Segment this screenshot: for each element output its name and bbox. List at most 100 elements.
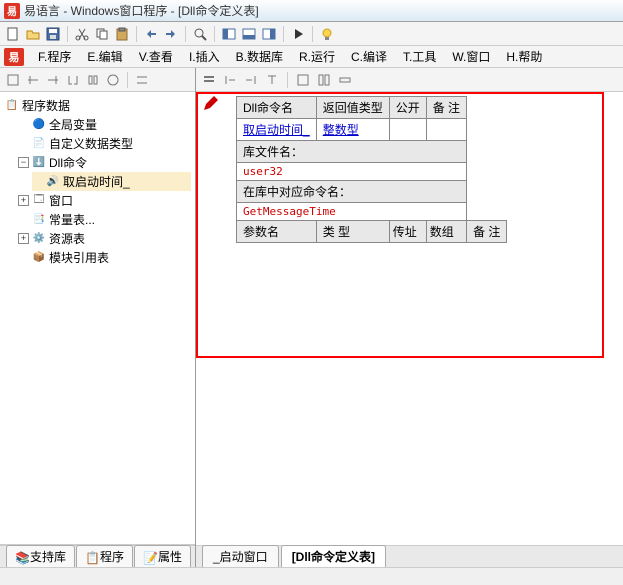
dll-definition-table[interactable]: Dll命令名 返回值类型 公开 备 注 取启动时间_ 整数型 库文件名： use…	[236, 96, 507, 243]
tab-start-window[interactable]: _启动窗口	[202, 545, 279, 567]
tree-label: 取启动时间_	[63, 173, 130, 190]
var-icon: 🔵	[31, 118, 47, 132]
toolbar-separator	[185, 26, 186, 42]
save-button[interactable]	[44, 25, 62, 43]
new-file-button[interactable]	[4, 25, 22, 43]
expand-icon[interactable]: +	[18, 195, 29, 206]
lt-btn-3[interactable]	[44, 71, 62, 89]
right-pane: Dll命令名 返回值类型 公开 备 注 取启动时间_ 整数型 库文件名： use…	[196, 68, 623, 567]
cell-lib-cmd[interactable]: GetMessageTime	[237, 203, 467, 221]
find-button[interactable]	[191, 25, 209, 43]
collapse-icon[interactable]: −	[18, 157, 29, 168]
prop-icon: 📝	[143, 551, 155, 563]
tab-support-lib[interactable]: 📚支持库	[6, 545, 75, 567]
tree-label: 常量表...	[49, 211, 95, 228]
tree-dll-item[interactable]: 🔊 取启动时间_	[32, 172, 191, 191]
resource-icon: ⚙️	[31, 232, 47, 246]
left-bottom-tabs: 📚支持库 📋程序 📝属性	[0, 545, 195, 567]
book-icon: 📚	[15, 551, 27, 563]
app-icon: 易	[4, 3, 20, 19]
tree-custom-type[interactable]: 📄 自定义数据类型	[18, 134, 191, 153]
toolbar-separator	[127, 72, 128, 88]
undo-button[interactable]	[142, 25, 160, 43]
menu-edit[interactable]: E.编辑	[79, 46, 130, 67]
folder-icon: 📋	[4, 99, 20, 113]
cell-public[interactable]	[389, 119, 426, 141]
tree-label: 窗口	[49, 192, 73, 209]
window-icon: 🗔	[31, 194, 47, 208]
rt-btn-2[interactable]	[221, 71, 239, 89]
type-icon: 📄	[31, 137, 47, 151]
tree-label: 资源表	[49, 230, 85, 247]
open-file-button[interactable]	[24, 25, 42, 43]
menubar: 易 F.程序 E.编辑 V.查看 I.插入 B.数据库 R.运行 C.编译 T.…	[0, 46, 623, 68]
lt-btn-4[interactable]	[64, 71, 82, 89]
menu-window[interactable]: W.窗口	[444, 46, 498, 67]
project-tree[interactable]: 📋 程序数据 🔵 全局变量 📄 自定义数据类型 − ⬇️ Dll命令	[0, 92, 195, 545]
bulb-button[interactable]	[318, 25, 336, 43]
tree-global-var[interactable]: 🔵 全局变量	[18, 115, 191, 134]
left-pane: 📋 程序数据 🔵 全局变量 📄 自定义数据类型 − ⬇️ Dll命令	[0, 68, 196, 567]
menu-database[interactable]: B.数据库	[228, 46, 291, 67]
th-array: 数组	[426, 221, 466, 243]
panel1-button[interactable]	[220, 25, 238, 43]
rt-btn-6[interactable]	[315, 71, 333, 89]
cut-button[interactable]	[73, 25, 91, 43]
cell-lib-file[interactable]: user32	[237, 163, 467, 181]
cell-cmd-name[interactable]: 取启动时间_	[237, 119, 317, 141]
th-lib-file: 库文件名：	[237, 141, 467, 163]
tree-dll-cmd[interactable]: − ⬇️ Dll命令	[18, 153, 191, 172]
rt-btn-4[interactable]	[263, 71, 281, 89]
rt-btn-1[interactable]	[200, 71, 218, 89]
panel2-button[interactable]	[240, 25, 258, 43]
main-toolbar	[0, 22, 623, 46]
tree-resource[interactable]: + ⚙️ 资源表	[18, 229, 191, 248]
toolbar-separator	[136, 26, 137, 42]
tab-program[interactable]: 📋程序	[76, 545, 133, 567]
lt-btn-6[interactable]	[104, 71, 122, 89]
th-lib-cmd: 在库中对应命令名：	[237, 181, 467, 203]
panel3-button[interactable]	[260, 25, 278, 43]
menu-help[interactable]: H.帮助	[498, 46, 550, 67]
main-area: 📋 程序数据 🔵 全局变量 📄 自定义数据类型 − ⬇️ Dll命令	[0, 68, 623, 567]
tree-label: 程序数据	[22, 97, 70, 114]
window-titlebar: 易 易语言 - Windows窗口程序 - [Dll命令定义表]	[0, 0, 623, 22]
toolbar-separator	[283, 26, 284, 42]
lt-btn-5[interactable]	[84, 71, 102, 89]
paste-button[interactable]	[113, 25, 131, 43]
tree-label: Dll命令	[49, 154, 87, 171]
menu-run[interactable]: R.运行	[291, 46, 343, 67]
tab-dll-def[interactable]: [Dll命令定义表]	[281, 545, 386, 567]
rt-btn-5[interactable]	[294, 71, 312, 89]
lt-btn-2[interactable]	[24, 71, 42, 89]
tree-window[interactable]: + 🗔 窗口	[18, 191, 191, 210]
tab-properties[interactable]: 📝属性	[134, 545, 191, 567]
tree-const[interactable]: 📑 常量表...	[18, 210, 191, 229]
tree-label: 自定义数据类型	[49, 135, 133, 152]
menu-tools[interactable]: T.工具	[395, 46, 444, 67]
module-icon: 📦	[31, 251, 47, 265]
menu-compile[interactable]: C.编译	[343, 46, 395, 67]
tree-module-ref[interactable]: 📦 模块引用表	[18, 248, 191, 267]
cell-remark[interactable]	[426, 119, 466, 141]
menu-view[interactable]: V.查看	[131, 46, 181, 67]
copy-button[interactable]	[93, 25, 111, 43]
th-remark: 备 注	[426, 97, 466, 119]
toolbar-separator	[67, 26, 68, 42]
cell-return-type[interactable]: 整数型	[316, 119, 389, 141]
menu-insert[interactable]: I.插入	[181, 46, 228, 67]
th-remark2: 备 注	[467, 221, 507, 243]
menu-program[interactable]: F.程序	[30, 46, 79, 67]
lt-btn-7[interactable]	[133, 71, 151, 89]
toolbar-separator	[214, 26, 215, 42]
run-button[interactable]	[289, 25, 307, 43]
tree-root[interactable]: 📋 程序数据	[4, 96, 191, 115]
rt-btn-3[interactable]	[242, 71, 260, 89]
rt-btn-7[interactable]	[336, 71, 354, 89]
expand-icon[interactable]: +	[18, 233, 29, 244]
tree-label: 全局变量	[49, 116, 97, 133]
th-return-type: 返回值类型	[316, 97, 389, 119]
th-type: 类 型	[316, 221, 389, 243]
redo-button[interactable]	[162, 25, 180, 43]
lt-btn-1[interactable]	[4, 71, 22, 89]
